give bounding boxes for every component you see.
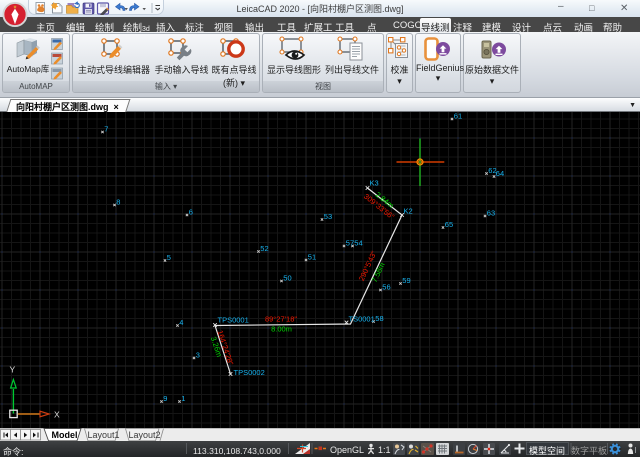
svg-text:3: 3 <box>196 351 200 360</box>
svg-text:59: 59 <box>402 276 410 285</box>
svg-text:K2: K2 <box>404 207 413 216</box>
svg-text:Y: Y <box>10 365 16 375</box>
svg-text:64: 64 <box>496 169 504 178</box>
svg-text:TPS0002: TPS0002 <box>234 368 265 377</box>
svg-text:8.00m: 8.00m <box>271 325 292 334</box>
svg-text:50: 50 <box>283 274 291 283</box>
svg-text:51: 51 <box>308 253 316 262</box>
svg-text:89°27'18": 89°27'18" <box>265 315 297 324</box>
svg-text:56: 56 <box>382 283 390 292</box>
svg-text:1: 1 <box>181 394 185 403</box>
svg-text:Layout2: Layout2 <box>129 430 161 440</box>
svg-text:58: 58 <box>375 314 383 323</box>
svg-text:65: 65 <box>445 220 453 229</box>
svg-text:TPS0001: TPS0001 <box>218 316 249 325</box>
svg-text:6: 6 <box>189 208 193 217</box>
svg-text:53: 53 <box>324 212 332 221</box>
svg-text:9: 9 <box>163 394 167 403</box>
svg-text:7: 7 <box>104 125 108 134</box>
svg-text:Model: Model <box>52 430 78 440</box>
svg-text:52: 52 <box>260 244 268 253</box>
svg-text:63: 63 <box>487 209 495 218</box>
svg-text:TS0001: TS0001 <box>349 315 375 324</box>
svg-text:K3: K3 <box>370 179 379 188</box>
svg-text:8: 8 <box>116 198 120 207</box>
svg-text:61: 61 <box>454 112 462 121</box>
svg-text:Layout1: Layout1 <box>88 430 120 440</box>
svg-text:4: 4 <box>179 318 183 327</box>
svg-text:5: 5 <box>167 253 171 262</box>
svg-text:X: X <box>54 410 60 420</box>
svg-text:57: 57 <box>346 239 354 248</box>
svg-text:54: 54 <box>354 239 362 248</box>
